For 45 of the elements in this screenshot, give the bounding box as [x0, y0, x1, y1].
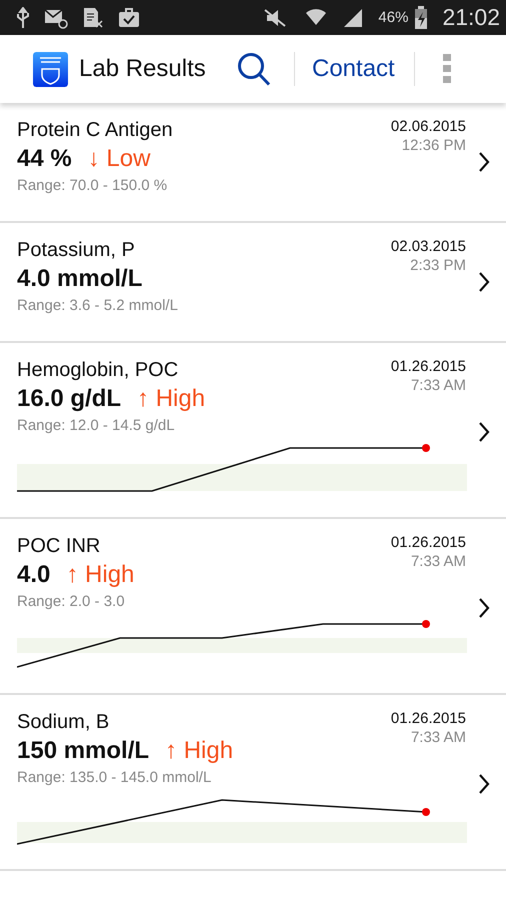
test-name: POC INR: [17, 534, 102, 559]
result-date: 01.26.2015: [390, 709, 466, 729]
clock: 21:02: [442, 4, 500, 31]
app-title: Lab Results: [79, 55, 207, 83]
search-icon[interactable]: [236, 51, 272, 87]
briefcase-icon: [118, 6, 140, 28]
flag-label: ↑ High: [137, 385, 206, 413]
reference-range: Range: 135.0 - 145.0 mmol/L: [17, 769, 212, 786]
result-time: 2:33 PM: [410, 257, 466, 274]
battery-percent: 46%: [378, 9, 408, 26]
result-date: 02.06.2015: [390, 117, 466, 137]
chevron-icon[interactable]: [478, 421, 490, 443]
contact-button[interactable]: Contact: [312, 55, 395, 83]
document-icon: [82, 6, 104, 28]
result-time: 7:33 AM: [410, 377, 466, 394]
test-name: Potassium, P: [17, 238, 136, 263]
result-value: 150 mmol/L: [17, 737, 150, 765]
result-date: 01.26.2015: [390, 357, 466, 377]
signal-icon: [342, 6, 364, 28]
reference-range: Range: 3.6 - 5.2 mmol/L: [17, 297, 179, 314]
flag-label: ↑ High: [66, 561, 134, 589]
clinic-logo-icon: [33, 52, 68, 86]
result-date: 01.26.2015: [390, 533, 466, 553]
reference-range: Range: 70.0 - 150.0 %: [17, 177, 168, 194]
test-name: Protein C Antigen: [17, 118, 174, 143]
usb-icon: [16, 6, 30, 28]
flag-label: ↓ Low: [88, 145, 150, 173]
result-time: 12:36 PM: [402, 137, 466, 154]
result-value: 4.0 mmol/L: [17, 265, 142, 293]
reference-range: Range: 12.0 - 14.5 g/dL: [17, 417, 176, 434]
battery-icon: [414, 6, 428, 30]
reference-range: Range: 2.0 - 3.0: [17, 593, 126, 610]
test-name: Hemoglobin, POC: [17, 358, 180, 383]
chevron-icon[interactable]: [478, 151, 490, 173]
result-value: 16.0 g/dL: [17, 385, 122, 413]
chevron-icon[interactable]: [478, 773, 490, 795]
result-date: 02.03.2015: [390, 237, 466, 257]
test-name: Sodium, B: [17, 710, 110, 735]
result-value: 44 %: [17, 145, 72, 173]
chevron-icon[interactable]: [478, 271, 490, 293]
chevron-icon[interactable]: [478, 597, 490, 619]
result-time: 7:33 AM: [410, 729, 466, 746]
result-time: 7:33 AM: [410, 553, 466, 570]
result-value: 4.0: [17, 561, 50, 589]
flag-label: ↑ High: [165, 737, 234, 765]
